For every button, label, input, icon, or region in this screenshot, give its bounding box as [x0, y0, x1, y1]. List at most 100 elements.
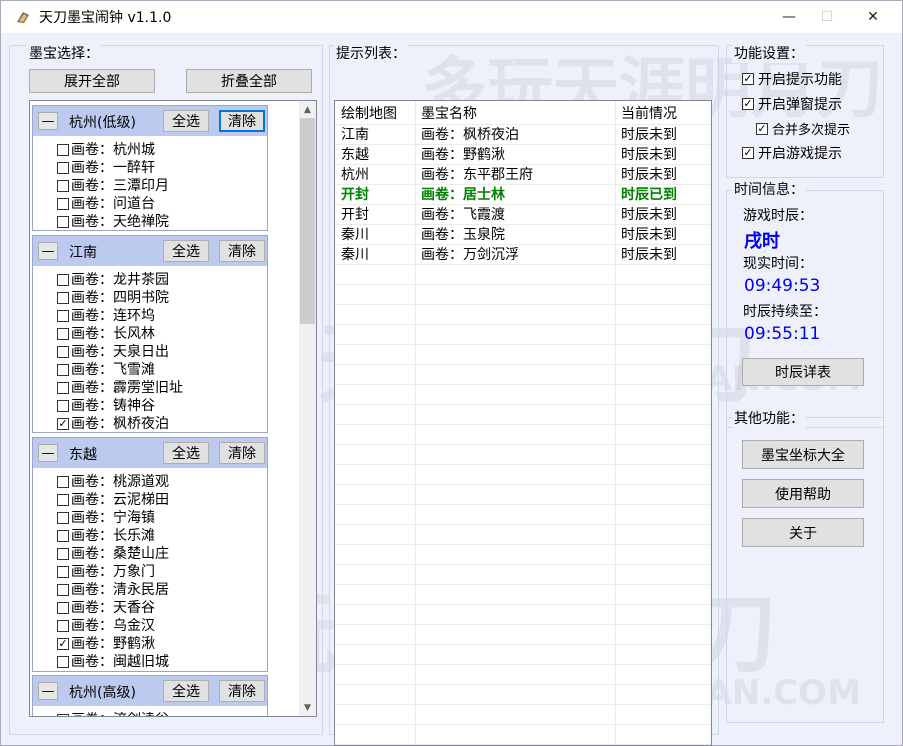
checkbox-icon[interactable]: ✓	[742, 147, 754, 159]
checkbox-icon[interactable]	[57, 198, 69, 210]
list-row[interactable]: 秦川 画卷：万剑沉浮 时辰未到	[335, 245, 711, 265]
app-icon	[17, 12, 29, 23]
checkbox-icon[interactable]	[57, 346, 69, 358]
enable-game-reminder-checkbox[interactable]: ✓ 开启游戏提示	[742, 143, 842, 163]
mobao-item[interactable]: 画卷：连环坞	[57, 307, 155, 325]
mobao-item-label: 画卷：霹雳堂旧址	[71, 380, 183, 396]
mobao-item[interactable]: 画卷：铸神谷	[57, 397, 155, 415]
mobao-tree[interactable]: — 杭州(低级) 全选 清除 画卷：杭州城 画卷：一醉轩 画卷：三潭印月 画卷：问道台…	[29, 100, 317, 717]
checkbox-icon[interactable]	[57, 400, 69, 412]
mobao-item[interactable]: 画卷：长乐滩	[57, 527, 155, 545]
mobao-item[interactable]: 画卷：天泉日出	[57, 343, 169, 361]
tree-scrollbar[interactable]: ▲ ▼	[299, 101, 316, 716]
mobao-item[interactable]: 画卷：霹雳堂旧址	[57, 379, 183, 397]
checkbox-icon[interactable]	[57, 216, 69, 228]
collapse-all-button[interactable]: 折叠全部	[186, 69, 312, 93]
row-divider	[335, 484, 711, 485]
checkbox-icon[interactable]	[57, 714, 69, 716]
collapse-toggle[interactable]: —	[38, 682, 58, 700]
checkbox-icon[interactable]	[57, 566, 69, 578]
select-all-button[interactable]: 全选	[163, 110, 209, 132]
checkbox-icon[interactable]	[57, 180, 69, 192]
mobao-item[interactable]: 画卷：乌金汉	[57, 617, 155, 635]
checkbox-icon[interactable]	[57, 656, 69, 668]
checkbox-icon[interactable]	[57, 144, 69, 156]
checkbox-icon[interactable]	[57, 328, 69, 340]
mobao-item[interactable]: 画卷：淬剑渎谷	[57, 711, 169, 716]
clear-button[interactable]: 清除	[219, 110, 265, 132]
mobao-item[interactable]: ✓ 画卷：野鹤湫	[57, 635, 155, 653]
scroll-up-icon[interactable]: ▲	[299, 101, 316, 118]
checkbox-icon[interactable]: ✓	[57, 418, 69, 430]
about-button[interactable]: 关于	[742, 518, 864, 547]
help-button[interactable]: 使用帮助	[742, 479, 864, 508]
mobao-item[interactable]: 画卷：闽越旧城	[57, 653, 169, 671]
checkbox-icon[interactable]	[57, 364, 69, 376]
collapse-toggle[interactable]: —	[38, 112, 58, 130]
expand-all-button[interactable]: 展开全部	[29, 69, 155, 93]
checkbox-icon[interactable]	[57, 512, 69, 524]
mobao-item[interactable]: 画卷：长风林	[57, 325, 155, 343]
list-row[interactable]: 杭州 画卷：东平郡王府 时辰未到	[335, 165, 711, 185]
mobao-item[interactable]: 画卷：宁海镇	[57, 509, 155, 527]
mobao-item[interactable]: ✓ 画卷：枫桥夜泊	[57, 415, 169, 433]
mobao-item[interactable]: 画卷：云泥梯田	[57, 491, 169, 509]
mobao-item[interactable]: 画卷：三潭印月	[57, 177, 169, 195]
checkbox-icon[interactable]: ✓	[742, 98, 754, 110]
list-row[interactable]: 秦川 画卷：玉泉院 时辰未到	[335, 225, 711, 245]
mobao-item[interactable]: 画卷：一醉轩	[57, 159, 155, 177]
list-row[interactable]: 江南 画卷：枫桥夜泊 时辰未到	[335, 125, 711, 145]
column-header-name[interactable]: 墨宝名称	[417, 104, 477, 124]
list-row[interactable]: 东越 画卷：野鹤湫 时辰未到	[335, 145, 711, 165]
checkbox-icon[interactable]	[57, 494, 69, 506]
checkbox-icon[interactable]	[57, 274, 69, 286]
row-divider	[335, 744, 711, 745]
checkbox-icon[interactable]	[57, 292, 69, 304]
checkbox-icon[interactable]	[57, 584, 69, 596]
checkbox-icon[interactable]	[57, 476, 69, 488]
mobao-item[interactable]: 画卷：清永民居	[57, 581, 169, 599]
mobao-item[interactable]: 画卷：杭州城	[57, 141, 155, 159]
checkbox-icon[interactable]: ✓	[57, 638, 69, 650]
checkbox-icon[interactable]	[57, 602, 69, 614]
column-header-status[interactable]: 当前情况	[617, 104, 677, 124]
checkbox-icon[interactable]: ✓	[756, 122, 768, 135]
checkbox-icon[interactable]	[57, 620, 69, 632]
mobao-item[interactable]: 画卷：飞雪滩	[57, 361, 155, 379]
column-header-map[interactable]: 绘制地图	[337, 104, 397, 124]
scroll-thumb[interactable]	[300, 118, 315, 324]
reminder-list[interactable]: 绘制地图 墨宝名称 当前情况 江南 画卷：枫桥夜泊 时辰未到 东越 画卷：野鹤湫 时辰未到…	[334, 100, 712, 746]
list-row[interactable]: 开封 画卷：飞霞渡 时辰未到	[335, 205, 711, 225]
clear-button[interactable]: 清除	[219, 240, 265, 262]
collapse-toggle[interactable]: —	[38, 242, 58, 260]
mobao-item[interactable]: 画卷：桑楚山庄	[57, 545, 169, 563]
clear-button[interactable]: 清除	[219, 680, 265, 702]
mobao-item[interactable]: 画卷：天香谷	[57, 599, 155, 617]
enable-reminder-checkbox[interactable]: ✓ 开启提示功能	[742, 69, 842, 89]
merge-reminders-checkbox[interactable]: ✓ 合并多次提示	[756, 119, 850, 138]
checkbox-icon[interactable]	[57, 530, 69, 542]
select-all-button[interactable]: 全选	[163, 240, 209, 262]
checkbox-icon[interactable]	[57, 162, 69, 174]
mobao-item[interactable]: 画卷：四明书院	[57, 289, 169, 307]
select-all-button[interactable]: 全选	[163, 442, 209, 464]
scroll-down-icon[interactable]: ▼	[299, 699, 316, 716]
mobao-item[interactable]: 画卷：万象门	[57, 563, 155, 581]
list-row[interactable]: 开封 画卷：居士林 时辰已到	[335, 185, 711, 205]
select-all-button[interactable]: 全选	[163, 680, 209, 702]
mobao-item[interactable]: 画卷：龙井茶园	[57, 271, 169, 289]
clear-button[interactable]: 清除	[219, 442, 265, 464]
collapse-toggle[interactable]: —	[38, 444, 58, 462]
checkbox-icon[interactable]: ✓	[742, 73, 754, 85]
mobao-item[interactable]: 画卷：问道台	[57, 195, 155, 213]
mobao-item[interactable]: 画卷：桃源道观	[57, 473, 169, 491]
checkbox-icon[interactable]	[57, 548, 69, 560]
hour-detail-button[interactable]: 时辰详表	[742, 358, 864, 386]
checkbox-icon[interactable]	[57, 382, 69, 394]
enable-popup-checkbox[interactable]: ✓ 开启弹窗提示	[742, 94, 842, 114]
checkbox-icon[interactable]	[57, 310, 69, 322]
mobao-item[interactable]: 画卷：天绝禅院	[57, 213, 169, 231]
coordinates-button[interactable]: 墨宝坐标大全	[742, 440, 864, 469]
title-bar[interactable]: 天刀墨宝闹钟 v1.1.0 — ☐ ✕	[1, 1, 902, 33]
close-button[interactable]: ✕	[850, 1, 896, 33]
